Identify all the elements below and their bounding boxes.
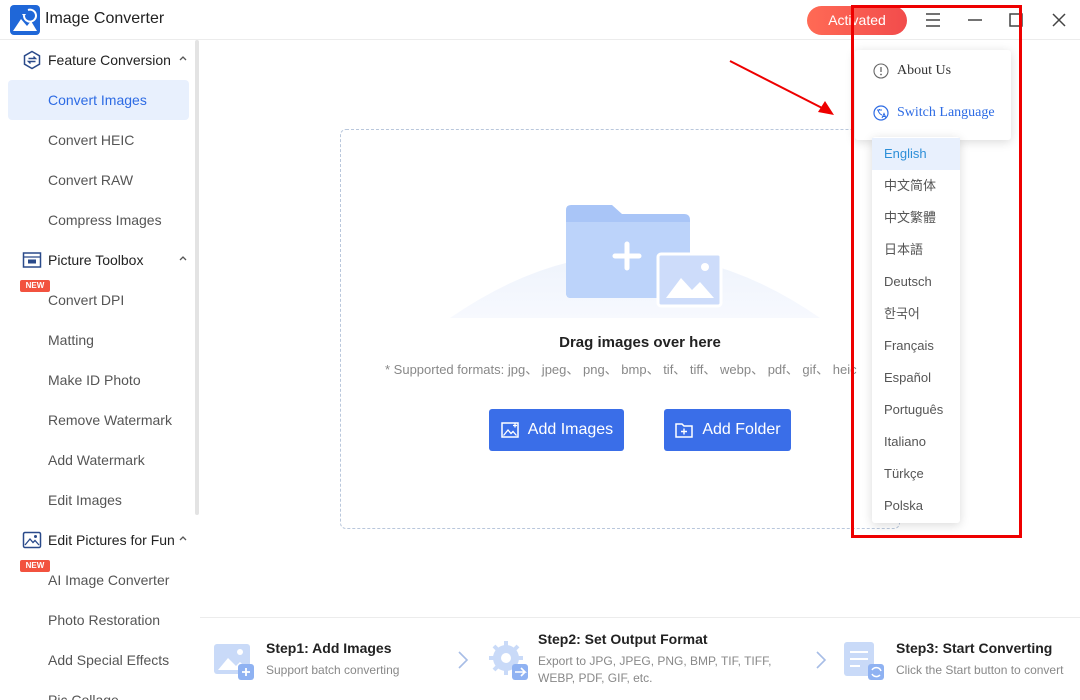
add-images-button[interactable]: Add Images <box>489 409 624 451</box>
step2-desc-line1: Export to JPG, JPEG, PNG, BMP, TIF, TIFF… <box>538 654 772 668</box>
sidebar-item-compress-images[interactable]: Compress Images <box>8 200 189 240</box>
add-images-label: Add Images <box>527 421 614 438</box>
sidebar-item-add-special-effects[interactable]: Add Special Effects <box>8 640 189 680</box>
section-picture-toolbox[interactable]: Picture Toolbox <box>22 248 187 272</box>
section-label: Edit Pictures for Fun <box>48 532 175 548</box>
sidebar-item-convert-raw[interactable]: Convert RAW <box>8 160 189 200</box>
close-icon[interactable] <box>1047 8 1071 32</box>
step3-title: Step3: Start Converting <box>896 640 1053 656</box>
sidebar-item-remove-watermark[interactable]: Remove Watermark <box>8 400 189 440</box>
sidebar-item-matting[interactable]: Matting <box>8 320 189 360</box>
sidebar-item-add-watermark[interactable]: Add Watermark <box>8 440 189 480</box>
step-add-images-icon <box>214 644 254 680</box>
add-image-icon <box>501 422 519 438</box>
chevron-up-icon <box>179 56 187 61</box>
step2-title: Step2: Set Output Format <box>538 631 708 647</box>
steps-bar: Step1: Add Images Support batch converti… <box>200 617 1080 700</box>
step1-title: Step1: Add Images <box>266 640 392 656</box>
chevron-up-icon <box>179 256 187 261</box>
sidebar-item-convert-dpi[interactable]: Convert DPI <box>8 280 189 320</box>
chevron-right-icon <box>816 651 827 669</box>
add-folder-icon <box>675 423 694 438</box>
sidebar-item-convert-images[interactable]: Convert Images <box>8 80 189 120</box>
sidebar-scrollbar[interactable] <box>195 40 199 515</box>
section-label: Feature Conversion <box>48 52 171 68</box>
sidebar-item-pic-collage[interactable]: Pic Collage <box>8 680 189 700</box>
swap-icon <box>23 50 41 70</box>
sidebar-item-convert-heic[interactable]: Convert HEIC <box>8 120 189 160</box>
annotation-arrow-icon <box>729 60 834 115</box>
toolbox-icon <box>22 252 42 268</box>
annotation-highlight-box <box>851 5 1022 538</box>
app-title: Image Converter <box>45 10 165 27</box>
section-edit-pictures-for-fun[interactable]: Edit Pictures for Fun <box>22 528 187 552</box>
sidebar-item-ai-image-converter[interactable]: AI Image Converter <box>8 560 189 600</box>
chevron-right-icon <box>458 651 469 669</box>
step3-desc: Click the Start button to convert <box>896 663 1064 677</box>
section-label: Picture Toolbox <box>48 252 144 268</box>
drop-zone[interactable] <box>340 129 900 529</box>
step1-desc: Support batch converting <box>266 663 400 677</box>
supported-formats: * Supported formats: jpg、 jpeg、 png、 bmp… <box>385 362 857 377</box>
step2-desc-line2: WEBP, PDF, GIF, etc. <box>538 671 653 685</box>
step-convert-icon <box>844 642 884 680</box>
section-feature-conversion[interactable]: Feature Conversion <box>22 48 187 72</box>
sidebar: Feature Conversion Convert Images Conver… <box>0 40 200 700</box>
sidebar-item-make-id-photo[interactable]: Make ID Photo <box>8 360 189 400</box>
sidebar-item-photo-restoration[interactable]: Photo Restoration <box>8 600 189 640</box>
app-logo-icon <box>10 5 40 35</box>
add-folder-button[interactable]: Add Folder <box>664 409 791 451</box>
drag-instructions: Drag images over here <box>559 334 721 351</box>
add-folder-label: Add Folder <box>702 421 781 438</box>
image-edit-icon <box>22 531 42 549</box>
chevron-up-icon <box>179 536 187 541</box>
folder-image-icon <box>566 205 723 308</box>
sidebar-item-edit-images[interactable]: Edit Images <box>8 480 189 520</box>
step-format-icon <box>489 641 528 680</box>
